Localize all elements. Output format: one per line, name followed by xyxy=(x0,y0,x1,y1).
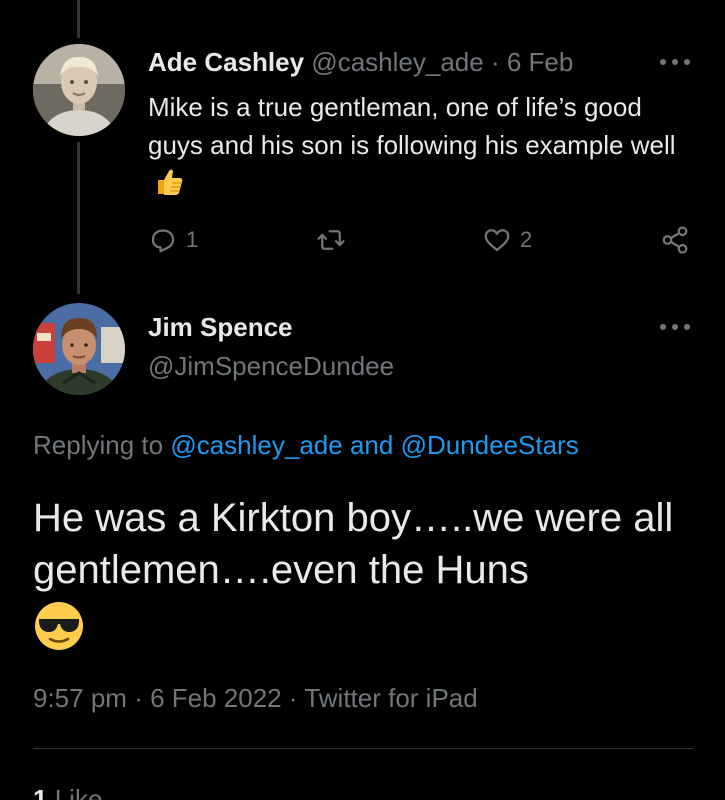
replying-and[interactable]: and xyxy=(350,430,393,460)
like-count: 2 xyxy=(520,227,533,252)
likes-label: Like xyxy=(54,784,103,800)
heart-icon xyxy=(484,229,510,252)
tweet-date[interactable]: 6 Feb 2022 xyxy=(150,683,282,713)
avatar[interactable] xyxy=(33,44,125,136)
sunglasses-emoji-icon xyxy=(33,600,693,665)
tweet-text: Mike is a true gentleman, one of life’s … xyxy=(148,88,703,208)
tweet-text-content: He was a Kirkton boy…..we were all gentl… xyxy=(33,496,674,592)
divider xyxy=(33,748,693,749)
reply-button[interactable]: 1 xyxy=(148,225,198,255)
retweet-icon xyxy=(317,230,345,250)
share-button[interactable] xyxy=(660,225,690,255)
author-name[interactable]: Jim Spence xyxy=(148,311,293,343)
likes-summary[interactable]: 1 Like xyxy=(33,782,102,800)
tweet-source[interactable]: Twitter for iPad xyxy=(304,683,477,713)
mention-link[interactable]: @DundeeStars xyxy=(401,430,579,460)
replying-prefix: Replying to xyxy=(33,430,164,460)
tweet-thread: Ade Cashley @cashley_ade · 6 Feb Mike is… xyxy=(0,0,725,800)
separator: · xyxy=(288,683,298,713)
tweet-time[interactable]: 9:57 pm xyxy=(33,683,127,713)
author-handle[interactable]: @cashley_ade xyxy=(311,47,483,77)
share-icon xyxy=(662,226,688,254)
like-button[interactable]: 2 xyxy=(482,225,532,255)
likes-count: 1 xyxy=(33,784,48,800)
reply-count: 1 xyxy=(186,227,199,252)
separator: · xyxy=(490,47,500,77)
avatar[interactable] xyxy=(33,303,125,395)
tweet-text: He was a Kirkton boy…..we were all gentl… xyxy=(33,492,693,665)
author-handle[interactable]: @JimSpenceDundee xyxy=(148,350,394,382)
replying-to: Replying to @cashley_ade and @DundeeStar… xyxy=(33,428,579,462)
author-name[interactable]: Ade Cashley xyxy=(148,47,304,77)
mention-link[interactable]: @cashley_ade xyxy=(170,430,342,460)
tweet-metadata: 9:57 pm · 6 Feb 2022 · Twitter for iPad xyxy=(33,681,478,715)
tweet-text-content: Mike is a true gentleman, one of life’s … xyxy=(148,92,676,160)
reply-icon xyxy=(151,229,175,253)
retweet-button[interactable] xyxy=(315,225,355,255)
thread-connector xyxy=(77,142,80,294)
more-options-icon[interactable] xyxy=(660,321,690,333)
thumbs-up-emoji-icon xyxy=(152,166,184,208)
tweet-date[interactable]: 6 Feb xyxy=(507,47,574,77)
tweet-header: Ade Cashley @cashley_ade · 6 Feb xyxy=(148,46,573,78)
separator: · xyxy=(134,683,143,713)
more-options-icon[interactable] xyxy=(660,56,690,68)
reply-tweet[interactable]: Ade Cashley @cashley_ade · 6 Feb Mike is… xyxy=(0,0,725,300)
